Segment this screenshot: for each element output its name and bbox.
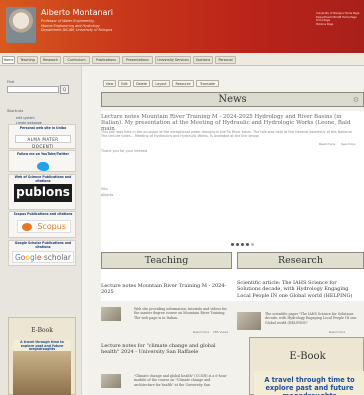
post-iahs-read-more[interactable]: Read more	[329, 330, 345, 334]
tab-presentations[interactable]: Presentations	[122, 56, 153, 64]
site-header: Alberto Montanari Professor of Water Eng…	[0, 0, 364, 53]
news-body-b: The lecture notes... Meeting of Hydrauli…	[101, 134, 260, 139]
twitter-bird-icon	[37, 162, 49, 171]
layout-button[interactable]: Layout	[152, 80, 170, 87]
news-header: News ⚙	[101, 92, 364, 107]
find-label: Find	[7, 80, 14, 84]
site-owner-name: Alberto Montanari	[41, 8, 113, 17]
delete-button[interactable]: Delete	[133, 80, 150, 87]
scopus-logo-text: Scopus	[37, 222, 66, 231]
twitter-card[interactable]: Follow me on YouTube/Twitter	[8, 150, 76, 172]
slider-dot[interactable]	[251, 243, 254, 246]
post-lecture-text: Web site providing information, tutorial…	[134, 307, 227, 320]
google-scholar-card[interactable]: Google Scholar Publications and citation…	[8, 240, 76, 266]
news-title: News	[218, 94, 247, 105]
tab-publications[interactable]: Publications	[92, 56, 120, 64]
slider-dot[interactable]	[236, 243, 239, 246]
google-scholar-card-caption: Google Scholar Publications and citation…	[14, 241, 72, 249]
twitter-card-caption: Follow me on YouTube/Twitter	[16, 152, 70, 156]
profile-photo	[6, 7, 36, 43]
slider-dots	[231, 242, 256, 247]
sidebar-ebook[interactable]: E-Book A travel through time to explore …	[8, 317, 76, 395]
news-slide-body: This talk was held in the occasion of th…	[101, 130, 359, 139]
left-sidebar: Find Q Shortcuts edit system create webp…	[0, 66, 82, 395]
post-iahs-title[interactable]: Scientific article: The IAHS Science for…	[237, 280, 359, 299]
publons-card-caption: Web of Science Publications and citation…	[14, 175, 72, 183]
scopus-logo: Scopus	[17, 220, 71, 233]
shortcuts-title: Shortcuts	[7, 109, 24, 113]
unibo-card-caption: Personal web site in Unibo	[19, 126, 67, 130]
tab-home[interactable]: Home	[2, 56, 15, 64]
slider-dot[interactable]	[231, 243, 234, 246]
publons-card[interactable]: Web of Science Publications and citation…	[8, 174, 76, 210]
tab-curriculum[interactable]: Curriculum	[63, 56, 90, 64]
news-author: Vito	[101, 187, 108, 191]
view-button[interactable]: View	[103, 80, 116, 87]
post-lecture-thumbnail[interactable]	[101, 307, 121, 321]
post-climate-thumbnail[interactable]	[101, 374, 121, 388]
unibo-card[interactable]: Personal web site in Unibo ALMA MATER DO…	[8, 124, 76, 149]
sidebar-ebook-title: E-Book	[31, 327, 53, 334]
post-lecture-title[interactable]: Lecture notes Mountain River Training M …	[101, 283, 229, 296]
news-see-more-link[interactable]: See more	[341, 142, 355, 146]
search-button[interactable]: Q	[60, 85, 69, 94]
logo-letter: scholar	[41, 253, 71, 262]
post-climate-title[interactable]: Lecture notes for "climate change and gl…	[101, 343, 229, 356]
publons-link[interactable]: Publons Page	[316, 23, 364, 27]
tab-university-services[interactable]: University Services	[155, 56, 191, 64]
news-slider: Lecture notes Mountain River Training M …	[101, 111, 364, 301]
scopus-card-caption: Scopus Publications and citations	[13, 212, 73, 216]
ebook-panel[interactable]: E-Book A travel through time to explore …	[249, 337, 364, 395]
resource-button[interactable]: Resource	[172, 80, 194, 87]
shortcut-edit-system[interactable]: edit system	[16, 116, 35, 120]
post-lecture-views: 285 views	[213, 330, 229, 334]
translate-button[interactable]: Translate	[196, 80, 219, 87]
sidebar-ebook-caption: A travel through time to explore past an…	[20, 340, 64, 352]
ebook-panel-title: E-Book	[289, 351, 326, 362]
slider-dot[interactable]	[241, 243, 244, 246]
edit-button[interactable]: Edit	[118, 80, 131, 87]
research-header: Research	[237, 252, 364, 269]
post-climate-text: "Climate change and global health" (CCGH…	[134, 374, 227, 387]
post-iahs-thumbnail[interactable]	[237, 312, 261, 330]
news-author-b: Alberto	[101, 193, 114, 197]
subtitle-line: Department DICAM, University of Bologna	[41, 28, 113, 32]
ebook-panel-caption: A travel through time to explore past an…	[264, 376, 355, 395]
publons-logo: publons	[14, 184, 72, 202]
header-links: University of Bologna Home Page Departme…	[316, 12, 364, 26]
main-tab-bar: Home Teaching Research Curriculum Public…	[0, 53, 364, 66]
google-scholar-logo: Google scholar	[12, 251, 74, 263]
tab-personal[interactable]: Personal	[215, 56, 236, 64]
sidebar-ebook-cover: A travel through time to explore past an…	[13, 340, 71, 395]
tab-research[interactable]: Research	[40, 56, 61, 64]
site-owner-subtitle: Professor of Water Engineering, Marine E…	[41, 19, 151, 33]
gear-icon[interactable]: ⚙	[353, 93, 359, 107]
unibo-logo: ALMA MATER DOCENTI	[15, 135, 71, 149]
post-iahs-text: The scientific paper "The IAHS Science f…	[265, 312, 357, 325]
slider-dot[interactable]	[246, 243, 249, 246]
tab-teaching[interactable]: Teaching	[17, 56, 38, 64]
ebook-panel-cover: A travel through time to explore past an…	[254, 371, 364, 395]
post-lecture-read-more[interactable]: Read more	[193, 330, 209, 334]
scopus-mark-icon	[22, 223, 32, 231]
news-read-more-link[interactable]: Read more	[319, 142, 335, 146]
search-input[interactable]	[7, 86, 59, 93]
tab-opinions[interactable]: Opinions	[193, 56, 213, 64]
scopus-card[interactable]: Scopus Publications and citations Scopus	[8, 211, 76, 238]
teaching-header: Teaching	[101, 252, 232, 269]
news-thanks: Thank you for your interest	[101, 149, 148, 153]
